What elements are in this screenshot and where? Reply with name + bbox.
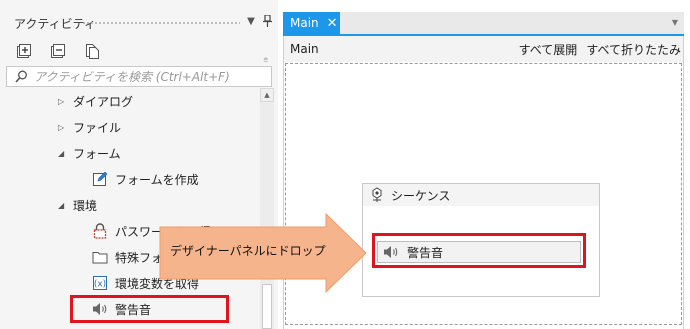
panel-drag-grip[interactable]	[82, 21, 240, 26]
tree-item-label: ダイアログ	[73, 94, 134, 109]
tree-item-label: 環境	[73, 198, 98, 213]
collapse-all-icon[interactable]	[48, 41, 68, 61]
tabs-dropdown-icon[interactable]: ▼	[672, 18, 678, 27]
sequence-title: シーケンス	[391, 188, 451, 203]
tab-main[interactable]: Main ✕	[283, 12, 340, 34]
tree-item-create-form[interactable]: フォームを作成	[92, 169, 199, 189]
sequence-icon	[369, 187, 385, 203]
toolbar-overflow-icon[interactable]: ⩧	[263, 55, 268, 65]
breadcrumb-main[interactable]: Main	[290, 42, 319, 56]
search-icon	[13, 69, 29, 85]
edit-form-icon	[92, 171, 108, 187]
collapse-all-link[interactable]: すべて折りたたみ	[586, 41, 681, 58]
tree-item-environment[interactable]: ◢ 環境	[58, 195, 97, 215]
highlight-dropped-beep	[372, 233, 586, 268]
search-input[interactable]	[34, 69, 264, 84]
tree-item-form[interactable]: ◢ フォーム	[58, 143, 121, 163]
breadcrumb: Main すべて展開 すべて折りたたみ	[284, 36, 683, 62]
expand-arrow-icon[interactable]: ▷	[58, 97, 66, 106]
drop-callout-text: デザイナーパネルにドロップ	[170, 244, 326, 258]
activities-search[interactable]	[6, 66, 272, 87]
expand-arrow-icon[interactable]: ▷	[58, 123, 66, 132]
activities-panel-header: アクティビティ ▼	[0, 10, 278, 36]
document-tabstrip: Main ✕ ▼	[283, 12, 684, 34]
collapse-arrow-icon[interactable]: ◢	[58, 201, 66, 210]
highlight-beep-activity	[70, 295, 229, 323]
folder-icon	[92, 249, 108, 265]
activities-toolbar	[14, 40, 102, 62]
pin-icon[interactable]	[260, 14, 274, 29]
tree-item-label: ファイル	[73, 120, 122, 135]
variable-icon: (x)	[92, 275, 108, 291]
expand-all-icon[interactable]	[14, 41, 34, 61]
sequence-header[interactable]: シーケンス	[363, 184, 599, 206]
tree-item-label: フォーム	[73, 146, 121, 161]
lock-icon	[92, 223, 108, 239]
expand-all-link[interactable]: すべて展開	[519, 41, 578, 58]
tree-item-label: フォームを作成	[115, 172, 199, 187]
copy-activities-icon[interactable]	[82, 41, 102, 61]
tree-item-file[interactable]: ▷ ファイル	[58, 117, 121, 137]
scroll-up-icon[interactable]: ▲	[260, 88, 274, 102]
close-icon[interactable]: ✕	[327, 17, 338, 30]
tree-item-dialog[interactable]: ▷ ダイアログ	[58, 91, 133, 111]
collapse-arrow-icon[interactable]: ◢	[58, 149, 66, 158]
breadcrumb-actions: すべて展開 すべて折りたたみ	[519, 41, 681, 58]
tab-label: Main	[290, 16, 319, 30]
panel-dropdown-icon[interactable]: ▼	[244, 15, 258, 29]
studio-window: アクティビティ ▼ ⩧ ▷	[0, 0, 690, 329]
svg-text:(x): (x)	[94, 280, 106, 290]
